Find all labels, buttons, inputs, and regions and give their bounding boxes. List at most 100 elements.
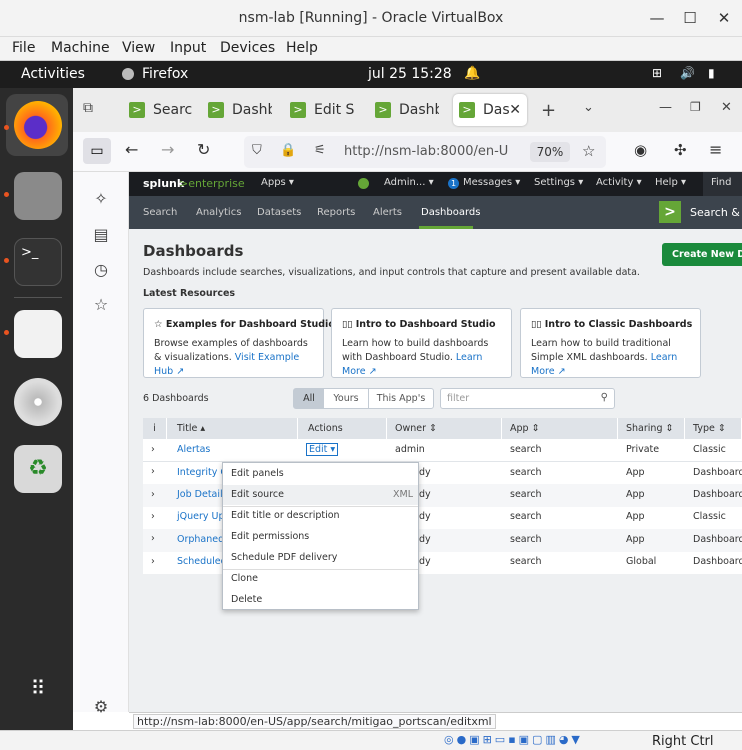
tab-overview-icon[interactable]: ⧉ xyxy=(83,100,103,120)
col-title[interactable]: Title ▴ xyxy=(167,418,298,439)
resource-card[interactable]: ▯▯ Intro to Dashboard Studio Learn how t… xyxy=(331,308,512,378)
bookmarks-icon[interactable]: ☆ xyxy=(91,295,111,315)
menu-icon[interactable]: ≡ xyxy=(709,140,722,159)
ff-minimize-icon[interactable]: — xyxy=(659,100,672,115)
zoom-badge[interactable]: 70% xyxy=(530,142,570,162)
menu-devices[interactable]: Devices xyxy=(220,40,275,56)
menu-delete[interactable]: Delete xyxy=(231,594,262,605)
tab-search[interactable]: >Search xyxy=(123,94,193,126)
expand-icon[interactable]: › xyxy=(151,511,155,522)
extensions-icon[interactable]: ✣ xyxy=(674,141,687,159)
messages-menu[interactable]: Messages ▾ xyxy=(463,177,520,188)
filter-this-app-button[interactable]: This App's xyxy=(369,389,433,408)
dashboard-title-link[interactable]: Alertas xyxy=(177,444,210,455)
menu-edit-source[interactable]: Edit source xyxy=(231,489,284,500)
tab-dashboards-2[interactable]: > Dashb xyxy=(369,94,439,126)
show-apps-icon[interactable]: ⠿ xyxy=(20,676,56,712)
sidebar-toggle-icon[interactable]: ▭ xyxy=(83,138,111,164)
nav-analytics[interactable]: Analytics xyxy=(196,207,241,218)
menu-edit-title[interactable]: Edit title or description xyxy=(231,510,340,521)
vbox-device-icons[interactable]: ◎●▣⊞▭▪▣▢▥◕▼ xyxy=(444,733,583,746)
health-ok-icon[interactable] xyxy=(358,178,369,189)
tab-active[interactable]: > Das ✕ xyxy=(453,94,527,126)
filter-input[interactable]: filter ⚲ xyxy=(440,388,615,409)
volume-icon[interactable]: 🔊 xyxy=(680,66,695,80)
settings-menu[interactable]: Settings ▾ xyxy=(534,177,583,188)
col-sharing[interactable]: Sharing ⇕ xyxy=(618,418,685,439)
activity-menu[interactable]: Activity ▾ xyxy=(596,177,642,188)
menu-file[interactable]: File xyxy=(12,40,35,56)
clock[interactable]: jul 25 15:28 xyxy=(368,66,452,82)
insecure-lock-icon[interactable]: 🔒 xyxy=(280,143,296,158)
files-icon[interactable] xyxy=(14,172,62,220)
maximize-icon[interactable]: ☐ xyxy=(679,8,701,28)
forward-icon[interactable]: → xyxy=(161,140,174,159)
tab-edit[interactable]: > Edit S xyxy=(284,94,354,126)
text-editor-icon[interactable] xyxy=(14,310,62,358)
ff-close-icon[interactable]: ✕ xyxy=(721,100,732,115)
activities-button[interactable]: Activities xyxy=(21,66,85,82)
expand-icon[interactable]: › xyxy=(151,556,155,567)
create-dashboard-button[interactable]: Create New Das xyxy=(662,243,742,266)
list-tabs-icon[interactable]: ⌄ xyxy=(583,100,594,115)
dashboard-title-link[interactable]: Scheduled xyxy=(177,556,227,567)
expand-icon[interactable]: › xyxy=(151,489,155,500)
nav-dashboards[interactable]: Dashboards xyxy=(421,207,480,218)
url-text[interactable]: http://nsm-lab:8000/en-U xyxy=(344,144,508,159)
bookmark-star-icon[interactable]: ☆ xyxy=(582,142,595,160)
synced-tabs-icon[interactable]: ▤ xyxy=(91,225,111,245)
menu-edit-permissions[interactable]: Edit permissions xyxy=(231,531,309,542)
app-menu[interactable]: Firefox xyxy=(142,66,188,82)
menu-view[interactable]: View xyxy=(122,40,155,56)
reload-icon[interactable]: ↻ xyxy=(197,140,210,159)
menu-clone[interactable]: Clone xyxy=(231,573,258,584)
minimize-icon[interactable]: — xyxy=(646,8,668,28)
expand-icon[interactable]: › xyxy=(151,533,155,544)
permissions-icon[interactable]: ⚟ xyxy=(314,143,326,158)
menu-help[interactable]: Help xyxy=(286,40,318,56)
menu-machine[interactable]: Machine xyxy=(51,40,110,56)
ff-restore-icon[interactable]: ❐ xyxy=(690,100,701,114)
nav-alerts[interactable]: Alerts xyxy=(373,207,402,218)
nav-datasets[interactable]: Datasets xyxy=(257,207,301,218)
admin-menu[interactable]: Admin... ▾ xyxy=(384,177,434,188)
menu-input[interactable]: Input xyxy=(170,40,206,56)
resource-card[interactable]: ▯▯ Intro to Classic Dashboards Learn how… xyxy=(520,308,701,378)
network-icon[interactable]: ⊞ xyxy=(652,66,662,80)
resource-card[interactable]: ☆ Examples for Dashboard Studio Browse e… xyxy=(143,308,335,378)
search-app-icon[interactable]: > xyxy=(659,201,681,223)
url-bar[interactable]: ⛉ 🔒 ⚟ http://nsm-lab:8000/en-U 70% ☆ xyxy=(244,136,606,168)
battery-icon[interactable]: ▮ xyxy=(708,66,715,80)
dashboard-title-link[interactable]: Orphaned xyxy=(177,534,224,545)
help-menu[interactable]: Help ▾ xyxy=(655,177,686,188)
col-type[interactable]: Type ⇕ xyxy=(685,418,742,439)
disc-icon[interactable] xyxy=(14,378,62,426)
nav-search[interactable]: Search xyxy=(143,207,177,218)
filter-all-button[interactable]: All xyxy=(294,389,324,408)
trash-icon[interactable]: ♻ xyxy=(14,445,62,493)
search-app-label[interactable]: Search & R xyxy=(690,206,742,219)
menu-schedule-pdf[interactable]: Schedule PDF delivery xyxy=(231,552,337,563)
dashboard-title-link[interactable]: Job Details xyxy=(177,489,228,500)
sidebar-settings-icon[interactable]: ⚙ xyxy=(91,697,111,717)
nav-reports[interactable]: Reports xyxy=(317,207,355,218)
expand-icon[interactable]: › xyxy=(151,444,155,455)
tab-dashboards-1[interactable]: > Dashb xyxy=(202,94,272,126)
splunk-logo[interactable]: splunk xyxy=(143,177,184,190)
col-app[interactable]: App ⇕ xyxy=(502,418,618,439)
close-icon[interactable]: ✕ xyxy=(713,8,735,28)
expand-icon[interactable]: › xyxy=(151,466,155,477)
apps-menu[interactable]: Apps ▾ xyxy=(261,177,294,188)
account-icon[interactable]: ◉ xyxy=(634,141,647,159)
shield-icon[interactable]: ⛉ xyxy=(252,143,262,158)
find-input[interactable]: Find xyxy=(703,172,742,196)
filter-yours-button[interactable]: Yours xyxy=(324,389,369,408)
terminal-icon[interactable]: >_ xyxy=(14,238,62,286)
history-icon[interactable]: ◷ xyxy=(91,260,111,280)
ai-sparkle-icon[interactable]: ✧ xyxy=(91,189,111,209)
edit-dropdown-button[interactable]: Edit ▾ xyxy=(306,443,339,456)
col-owner[interactable]: Owner ⇕ xyxy=(387,418,502,439)
new-tab-icon[interactable]: + xyxy=(541,100,556,121)
firefox-icon[interactable] xyxy=(14,101,62,149)
tab-close-icon[interactable]: ✕ xyxy=(509,94,521,126)
